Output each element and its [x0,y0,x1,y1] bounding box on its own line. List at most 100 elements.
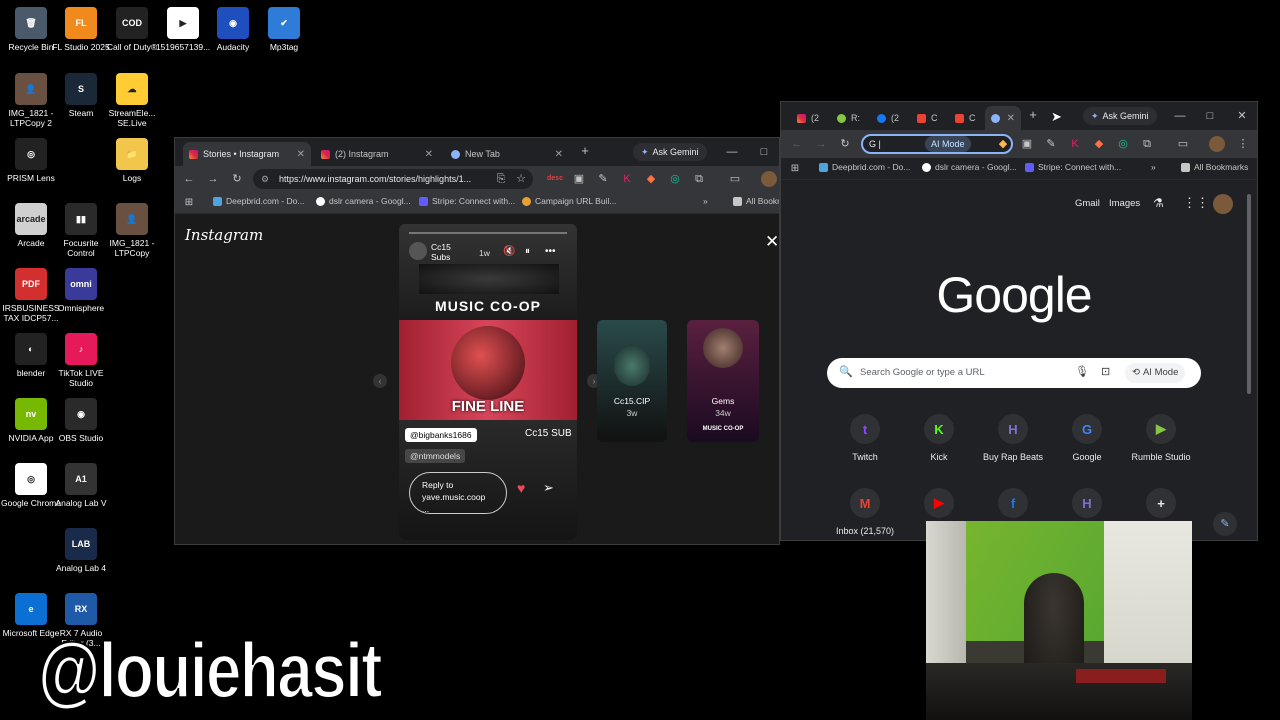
more-icon[interactable]: ••• [545,246,556,257]
desktop-icon[interactable]: A1 Analog Lab V [50,463,112,508]
shortcut-tile[interactable]: G Google [1047,414,1127,462]
bookmarks-overflow[interactable]: » [703,196,708,206]
labs-flask-icon[interactable]: ⚗ [1153,196,1164,210]
extension-fox-icon[interactable]: ◆ [1091,136,1107,152]
extension-fox-icon[interactable]: ◆ [995,136,1011,152]
cast-icon[interactable]: ▭ [1175,136,1191,152]
extension-icon[interactable]: ▣ [571,171,587,187]
extensions-puzzle-icon[interactable]: ⧉ [691,171,707,187]
extension-desc-icon[interactable]: desc [547,171,563,187]
extension-icon[interactable]: ▣ [1019,136,1035,152]
all-bookmarks[interactable]: All Bookm [733,196,779,206]
profile-avatar[interactable] [1209,136,1225,152]
share-icon[interactable]: ⎘ [493,171,509,187]
voice-search-icon[interactable]: 🎙 [1075,365,1089,378]
desktop-icon[interactable]: 👤 IMG_1821 - LTPCopy [101,203,163,258]
shortcut-tile[interactable]: ▶ Rumble Studio [1121,414,1201,462]
tab-gmail[interactable]: C [911,106,941,130]
ai-mode-button[interactable]: ⟲ AI Mode [1125,363,1186,383]
extension-fox-icon[interactable]: ◆ [643,171,659,187]
tab-facebook[interactable]: (2 [871,106,901,130]
customize-pencil-icon[interactable]: ✎ [1213,512,1237,536]
tab-stories-instagram[interactable]: Stories • Instagram ✕ [183,142,311,166]
gmail-link[interactable]: Gmail [1075,198,1100,209]
bookmark-item[interactable]: Stripe: Connect with... [1025,162,1121,172]
back-icon[interactable]: ← [789,136,805,152]
forward-icon[interactable]: → [813,136,829,152]
desktop-icon[interactable]: ◎ PRISM Lens [0,138,62,183]
reply-input[interactable]: Reply to yave.music.coop ... [409,472,507,514]
bookmark-item[interactable]: Campaign URL Buil... [522,196,616,206]
maximize-button[interactable]: □ [1195,102,1225,130]
desktop-icon[interactable]: LAB Analog Lab 4 [50,528,112,573]
extension-grammarly-icon[interactable]: ◎ [1115,136,1131,152]
site-info-icon[interactable]: ⚙ [261,169,269,189]
address-bar[interactable]: G | AI Mode [861,134,1013,154]
story-avatar[interactable] [409,242,427,260]
apps-grid-icon[interactable]: ⊞ [787,161,803,177]
bookmarks-overflow[interactable]: » [1151,162,1156,172]
ai-mode-chip[interactable]: AI Mode [925,136,971,152]
lens-icon[interactable]: ⊡ [1101,365,1110,378]
images-link[interactable]: Images [1109,198,1140,209]
shortcut-tile[interactable]: t Twitch [825,414,905,462]
back-icon[interactable]: ← [181,171,197,187]
pencil-icon[interactable]: ✎ [595,171,611,187]
close-icon[interactable]: ✕ [297,149,305,160]
story-username[interactable]: Cc15 Subs [431,242,461,262]
tab-gmail-2[interactable]: C [949,106,979,130]
extension-k-icon[interactable]: K [1067,136,1083,152]
prev-story-icon[interactable]: ‹ [373,374,387,388]
tab-instagram[interactable]: (2 [791,106,821,130]
close-window-button[interactable]: ✕ [1227,102,1257,130]
desktop-icon[interactable]: 📁 Logs [101,138,163,183]
search-box[interactable]: 🔍 Search Google or type a URL 🎙 ⊡ ⟲ AI Mo… [827,358,1201,388]
minimize-button[interactable]: — [717,138,747,166]
like-heart-icon[interactable]: ♥ [517,480,525,496]
new-tab-button[interactable]: + [577,143,593,159]
bookmark-item[interactable]: dslr camera - Googl... [316,196,411,206]
reload-icon[interactable]: ↻ [837,136,853,152]
all-bookmarks[interactable]: All Bookmarks [1181,162,1248,172]
pencil-icon[interactable]: ✎ [1043,136,1059,152]
bookmark-item[interactable]: Deepbrid.com - Do... [213,196,304,206]
active-story[interactable]: Cc15 Subs 1w 🔇 ⏸ ••• MUSIC CO-OP FINE LI… [399,224,577,540]
profile-avatar[interactable] [761,171,777,187]
desktop-icon[interactable]: omni Omnisphere [50,268,112,313]
cast-icon[interactable]: ▭ [727,171,743,187]
close-icon[interactable]: ✕ [555,149,563,160]
tab-instagram[interactable]: (2) Instagram ✕ [315,142,439,166]
tab-rumble[interactable]: R: [831,106,861,130]
mute-icon[interactable]: 🔇 [503,246,515,257]
search-input[interactable]: Search Google or type a URL [860,367,985,378]
address-bar[interactable]: ⚙ https://www.instagram.com/stories/high… [253,169,533,189]
new-tab-button[interactable]: + [1025,107,1041,123]
bookmark-item[interactable]: Deepbrid.com - Do... [819,162,910,172]
google-apps-icon[interactable]: ⋮⋮ [1183,195,1209,211]
tab-new-tab[interactable]: New Tab ✕ [445,142,569,166]
bookmark-item[interactable]: dslr camera - Googl... [922,162,1017,172]
story-preview[interactable]: Cc15.CIP 3w [597,320,667,442]
ask-gemini-button[interactable]: ✦ Ask Gemini [633,143,707,161]
menu-kebab-icon[interactable]: ⋮ [1235,136,1251,152]
extension-k-icon[interactable]: K [619,171,635,187]
desktop-icon[interactable]: ◉ OBS Studio [50,398,112,443]
bookmark-item[interactable]: Stripe: Connect with... [419,196,515,206]
shortcut-tile[interactable]: H Buy Rap Beats [973,414,1053,462]
shortcut-tile[interactable]: M Inbox (21,570) [825,488,905,536]
scrollbar[interactable] [1247,194,1251,394]
maximize-button[interactable]: □ [749,138,779,166]
extension-grammarly-icon[interactable]: ◎ [667,171,683,187]
minimize-button[interactable]: — [1165,102,1195,130]
pause-icon[interactable]: ⏸ [525,246,530,257]
story-preview[interactable]: Gems 34w MUSIC CO-OP [687,320,759,442]
forward-icon[interactable]: → [205,171,221,187]
reload-icon[interactable]: ↻ [229,171,245,187]
desktop-icon[interactable]: ✔ Mp3tag [253,7,315,52]
instagram-logo[interactable]: Instagram [185,226,263,244]
account-avatar[interactable] [1213,194,1233,214]
bookmark-star-icon[interactable]: ☆ [513,171,529,187]
desktop-icon[interactable]: ♪ TikTok LIVE Studio [50,333,112,388]
extensions-puzzle-icon[interactable]: ⧉ [1139,136,1155,152]
desktop-icon[interactable]: ☁ StreamEle... SE.Live [101,73,163,128]
